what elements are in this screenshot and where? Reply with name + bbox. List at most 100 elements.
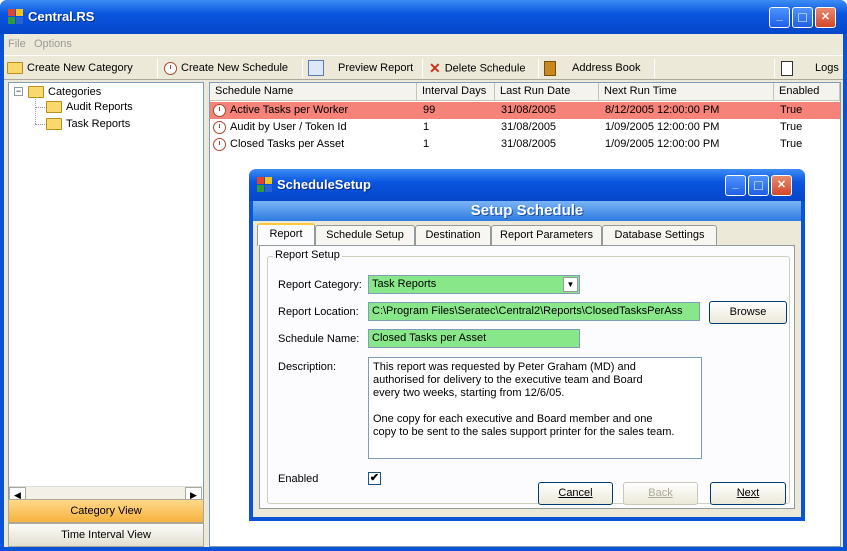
menu-file[interactable]: File (8, 38, 26, 50)
toolbar-separator (422, 59, 423, 78)
menu-options[interactable]: Options (34, 38, 72, 50)
next-label: Next (736, 487, 760, 499)
schedule-name-field[interactable]: Closed Tasks per Asset (368, 329, 580, 348)
app-icon (257, 177, 273, 193)
row-enabled: True (780, 104, 803, 116)
time-interval-view-button[interactable]: Time Interval View (8, 523, 204, 547)
tree-root-label: Categories (48, 86, 102, 98)
back-label: Back (648, 487, 673, 499)
report-category-value: Task Reports (372, 278, 437, 290)
dialog-title: ScheduleSetup (277, 177, 371, 192)
column-header[interactable]: Enabled (774, 83, 840, 101)
minimize-button[interactable]: _ (769, 7, 790, 28)
toolbar-separator (157, 59, 158, 78)
tree-line (35, 99, 36, 124)
minimize-icon: _ (732, 178, 739, 190)
report-category-label: Report Category: (278, 279, 362, 291)
clock-icon (164, 61, 177, 75)
collapse-icon[interactable]: − (14, 87, 23, 96)
description-textarea[interactable]: This report was requested by Peter Graha… (368, 357, 702, 459)
report-category-select[interactable]: Task Reports ▼ (368, 275, 580, 294)
column-header[interactable]: Last Run Date (495, 83, 599, 101)
row-interval: 1 (423, 138, 430, 150)
group-title: Report Setup (273, 249, 342, 261)
folder-icon (28, 86, 44, 99)
dialog-minimize-button[interactable]: _ (725, 175, 746, 196)
column-header[interactable]: Next Run Time (599, 83, 774, 101)
tab-report-parameters[interactable]: Report Parameters (491, 225, 602, 245)
dialog-title-bar: ScheduleSetup _ □ ✕ (249, 169, 805, 201)
tree-item-label: Task Reports (66, 118, 131, 130)
create-schedule-label: Create New Schedule (181, 62, 289, 74)
browse-button[interactable]: Browse (709, 301, 787, 324)
address-book-label: Address Book (572, 62, 641, 74)
create-schedule-button[interactable]: Create New Schedule (164, 59, 288, 78)
toolbar: Create New Category Create New Schedule … (4, 55, 843, 80)
tab-panel: Report Setup Report Category: Task Repor… (259, 245, 795, 509)
logs-button[interactable]: Logs (781, 59, 839, 78)
toolbar-separator (774, 59, 775, 78)
toolbar-separator (538, 59, 539, 78)
tree-root[interactable]: Categories (28, 86, 102, 99)
dialog-close-button[interactable]: ✕ (771, 175, 792, 196)
maximize-icon: □ (754, 177, 763, 193)
row-last-run: 31/08/2005 (501, 104, 557, 116)
address-book-button[interactable]: Address Book (544, 59, 640, 78)
next-button[interactable]: Next (710, 482, 786, 505)
back-button[interactable]: Back (623, 482, 698, 505)
row-interval: 99 (423, 104, 436, 116)
chevron-down-icon[interactable]: ▼ (563, 277, 578, 292)
enabled-checkbox[interactable]: ✔ (368, 472, 381, 485)
tab-schedule-setup[interactable]: Schedule Setup (315, 225, 415, 245)
tree-item-audit-reports[interactable]: Audit Reports (46, 101, 133, 114)
row-next-run: 1/09/2005 12:00:00 PM (605, 121, 720, 133)
cancel-button[interactable]: Cancel (538, 482, 613, 505)
row-next-run: 8/12/2005 12:00:00 PM (605, 104, 720, 116)
maximize-button[interactable]: □ (792, 7, 813, 28)
create-category-label: Create New Category (27, 62, 133, 74)
toolbar-separator (654, 59, 655, 78)
dialog-maximize-button[interactable]: □ (748, 175, 769, 196)
dialog-client: Setup Schedule Report Setup Schedule Set… (253, 201, 801, 517)
column-header[interactable]: Schedule Name (210, 83, 417, 101)
folder-icon (46, 118, 62, 131)
delete-schedule-label: Delete Schedule (444, 62, 526, 75)
cancel-label: Cancel (558, 487, 593, 499)
report-setup-group: Report Setup Report Category: Task Repor… (267, 249, 790, 505)
close-icon: ✕ (776, 179, 787, 191)
report-location-label: Report Location: (278, 306, 359, 318)
category-tree: − Categories Audit Reports Task Reports (8, 82, 204, 523)
report-location-field[interactable]: C:\Program Files\Seratec\Central2\Report… (368, 302, 700, 321)
table-row[interactable]: Audit by User / Token Id 1 31/08/2005 1/… (210, 119, 840, 136)
dialog-banner: Setup Schedule (253, 201, 801, 221)
delete-icon: ✕ (429, 60, 441, 76)
schedule-setup-dialog: ScheduleSetup _ □ ✕ Setup Schedule Repor… (249, 169, 805, 521)
create-category-button[interactable]: Create New Category (7, 59, 133, 78)
row-enabled: True (780, 138, 803, 150)
tree-item-task-reports[interactable]: Task Reports (46, 118, 131, 131)
preview-report-button[interactable]: Preview Report (308, 59, 413, 78)
close-button[interactable]: ✕ (815, 7, 836, 28)
folder-icon (46, 101, 62, 114)
maximize-icon: □ (798, 9, 807, 25)
row-interval: 1 (423, 121, 430, 133)
column-header[interactable]: Interval Days (417, 83, 495, 101)
tab-database-settings[interactable]: Database Settings (602, 225, 717, 245)
row-last-run: 31/08/2005 (501, 138, 557, 150)
tab-report-setup[interactable]: Report Setup (257, 223, 315, 259)
table-row[interactable]: Closed Tasks per Asset 1 31/08/2005 1/09… (210, 136, 840, 153)
delete-schedule-button[interactable]: ✕ Delete Schedule (429, 59, 525, 78)
clock-icon (213, 137, 226, 151)
schedule-name-label: Schedule Name: (278, 333, 360, 345)
logs-label: Logs (815, 62, 839, 74)
minimize-icon: _ (776, 10, 783, 22)
description-label: Description: (278, 361, 337, 373)
table-row[interactable]: Active Tasks per Worker 99 31/08/2005 8/… (210, 102, 840, 119)
folder-icon (7, 62, 23, 75)
tab-destination[interactable]: Destination (415, 225, 491, 245)
address-book-icon (544, 60, 556, 76)
menu-bar: File Options (4, 34, 843, 55)
row-enabled: True (780, 121, 803, 133)
category-view-button[interactable]: Category View (8, 499, 204, 523)
logs-icon (781, 60, 793, 76)
